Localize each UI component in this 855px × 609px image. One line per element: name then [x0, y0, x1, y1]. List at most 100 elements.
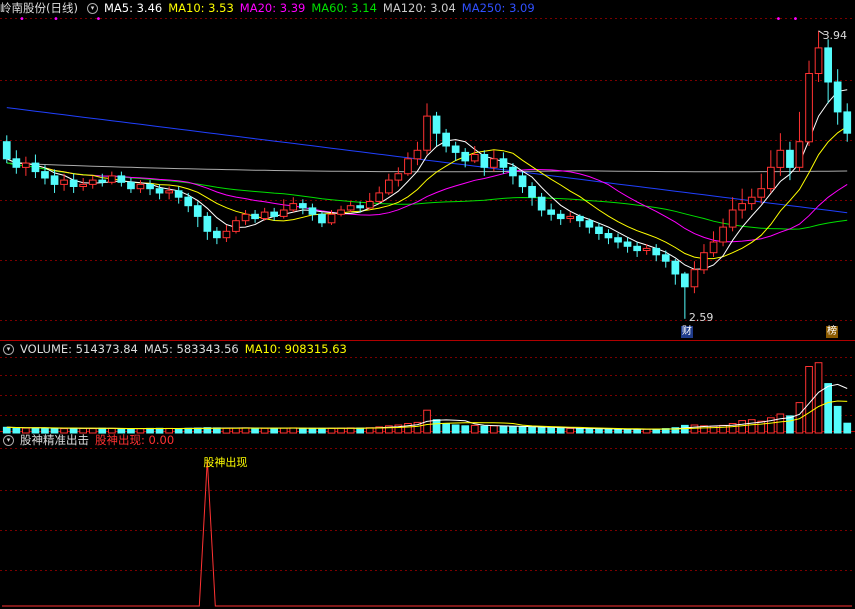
candle: [127, 181, 135, 190]
candle: [108, 175, 116, 183]
candle: [289, 203, 298, 211]
volume-bar: [270, 427, 278, 434]
volume-bar: [585, 428, 594, 434]
volume-bar: [509, 426, 517, 434]
candle: [786, 149, 794, 168]
candle: [843, 111, 852, 134]
volume-bar: [719, 424, 727, 434]
candle: [193, 205, 202, 217]
candle: [423, 115, 431, 151]
candle: [671, 260, 680, 275]
candle: [595, 226, 603, 235]
high-price-label: 3.94: [822, 28, 848, 42]
candle: [12, 158, 21, 168]
candle: [566, 215, 575, 219]
expand-circle-icon[interactable]: ▾: [86, 3, 98, 14]
candle: [385, 179, 393, 194]
candle: [165, 190, 174, 194]
volume-menu-icon[interactable]: ▾: [3, 344, 14, 355]
candle: [518, 175, 527, 188]
volume-ma5: MA5: 583343.56: [143, 342, 239, 356]
volume-bar: [318, 428, 326, 434]
indicator-menu-icon[interactable]: ▾: [3, 435, 14, 446]
volume-ma10: MA10: 908315.63: [244, 342, 347, 356]
candle: [117, 175, 126, 183]
candle: [556, 213, 565, 220]
volume-bar: [451, 424, 460, 434]
volume-bar: [805, 366, 813, 434]
candle: [833, 81, 842, 113]
candle: [50, 175, 59, 185]
volume-bar: [738, 420, 746, 434]
chart-canvas: • • • • •: [0, 14, 855, 607]
volume-bar: [843, 422, 852, 434]
main-header: 岭南股份(日线) ▾ MA5: 3.46 MA10: 3.53 MA20: 3.39 MA…: [0, 0, 547, 16]
candle: [22, 162, 30, 168]
volume-bar: [232, 427, 240, 434]
candle: [69, 179, 78, 188]
candle: [251, 213, 259, 220]
candle: [60, 179, 68, 185]
candle: [79, 183, 88, 187]
candle: [814, 47, 823, 75]
volume-bar: [537, 427, 546, 434]
candle: [318, 213, 326, 224]
candle: [681, 273, 689, 288]
indicator-title: 股神精准出击: [20, 433, 89, 447]
ma-label-5: MA250: 3.09: [461, 1, 535, 15]
candle: [155, 188, 164, 194]
ranking-tag[interactable]: 榜: [826, 326, 838, 338]
volume-bar: [528, 426, 536, 434]
volume-bar: [432, 419, 441, 434]
candle: [432, 115, 441, 134]
volume-bar: [404, 423, 412, 434]
volume-bar: [786, 415, 794, 434]
candle: [31, 162, 40, 173]
signal-line: [2, 459, 852, 607]
candle: [623, 241, 632, 247]
candle: [232, 220, 240, 232]
volume-bar: [241, 427, 250, 434]
volume-bar: [556, 427, 565, 434]
candle: [394, 173, 403, 181]
volume-bar: [356, 427, 364, 434]
indicator-value: 股神出现: 0.00: [95, 433, 175, 447]
candle: [136, 183, 145, 190]
volume-bar: [299, 427, 307, 434]
volume-bar: [251, 427, 259, 434]
volume-bar: [461, 425, 470, 434]
finance-tag[interactable]: 财: [680, 326, 693, 338]
candle: [184, 196, 193, 207]
candle: [738, 203, 746, 211]
candle: [327, 213, 336, 224]
volume-bar: [327, 427, 336, 434]
candle: [709, 241, 718, 254]
volume-bar: [623, 428, 632, 434]
candle: [576, 215, 584, 222]
ma120-line: [6, 162, 848, 173]
candle: [88, 179, 97, 185]
candle: [747, 196, 756, 205]
low-price-label: 2.59: [688, 310, 714, 324]
candle: [174, 190, 183, 198]
candle: [690, 269, 699, 288]
candle: [365, 201, 374, 209]
candle: [146, 183, 154, 190]
event-dot: •: [776, 14, 782, 25]
ma-label-3: MA60: 3.14: [311, 1, 377, 15]
candle: [260, 211, 269, 220]
volume-bar: [633, 428, 641, 434]
candle: [356, 205, 364, 209]
candle: [719, 226, 727, 243]
candle: [2, 141, 11, 160]
ma-label-4: MA120: 3.04: [382, 1, 456, 15]
candle: [824, 47, 832, 83]
volume-bar: [547, 427, 555, 434]
volume-bar: [833, 405, 842, 434]
candle: [633, 245, 641, 252]
candle: [614, 237, 622, 243]
volume-bar: [289, 427, 298, 434]
volume-bar: [518, 426, 527, 434]
candle: [404, 158, 412, 175]
candle: [509, 166, 517, 177]
